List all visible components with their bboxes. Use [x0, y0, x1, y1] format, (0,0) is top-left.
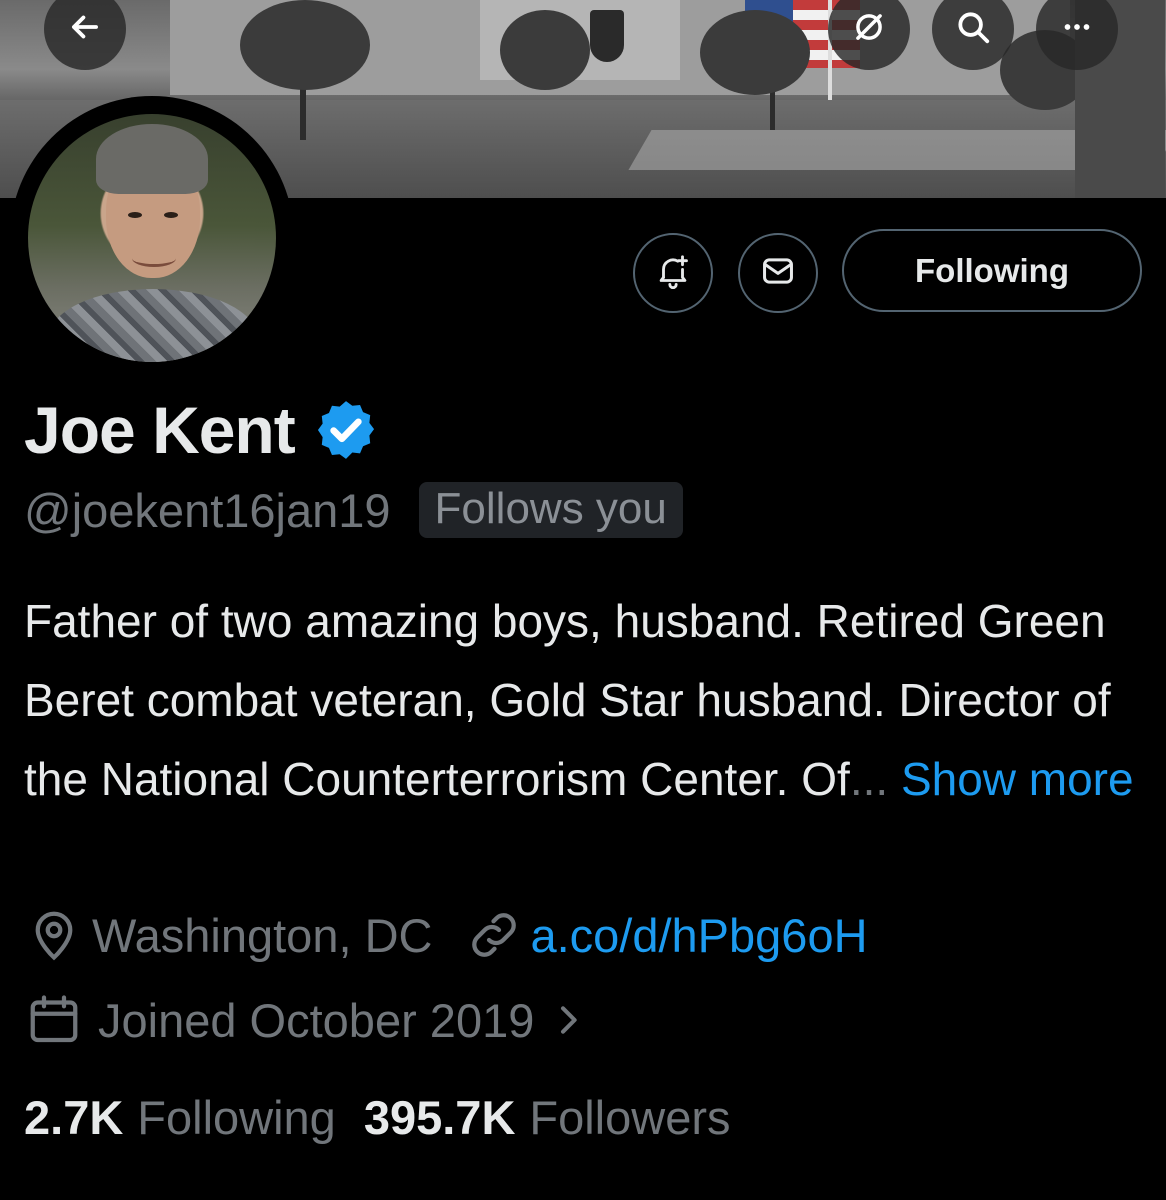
avatar[interactable]	[28, 114, 276, 362]
avatar-smile	[132, 250, 176, 267]
verified-badge-icon[interactable]	[313, 397, 379, 463]
chevron-right-icon	[561, 1006, 578, 1034]
profile-bio: Father of two amazing boys, husband. Ret…	[24, 582, 1144, 819]
followers-count: 395.7K	[363, 1091, 516, 1144]
handle-row: @joekent16jan19 Follows you	[24, 482, 683, 538]
banner-crest	[590, 10, 624, 62]
show-more-link[interactable]: Show more	[901, 753, 1134, 805]
location-text: Washington, DC	[92, 908, 433, 962]
avatar-hair	[96, 124, 208, 194]
following-count: 2.7K	[24, 1091, 124, 1144]
message-button[interactable]	[738, 233, 818, 313]
profile-meta-location: Washington, DC a.co/d/hPbg6oH	[24, 905, 868, 965]
arrow-left-icon	[66, 8, 104, 51]
location-pin-icon	[35, 911, 73, 961]
banner-tree	[240, 0, 370, 90]
following-stat[interactable]: 2.7K Following	[24, 1090, 336, 1145]
profile-meta-joined[interactable]: Joined October 2019	[24, 990, 588, 1050]
more-dots-icon	[1058, 8, 1096, 51]
slash-circle-icon	[850, 8, 888, 51]
user-handle: @joekent16jan19	[24, 483, 391, 537]
bell-plus-icon	[654, 252, 692, 295]
website-link[interactable]: a.co/d/hPbg6oH	[530, 908, 867, 963]
bio-ellipsis: ...	[849, 753, 889, 805]
avatar-ring	[10, 96, 294, 380]
avatar-shirt	[48, 289, 258, 362]
calendar-icon	[30, 995, 78, 1043]
name-row: Joe Kent	[24, 392, 379, 468]
link-icon	[472, 913, 517, 957]
following-label: Following	[137, 1091, 336, 1144]
search-icon	[954, 8, 992, 51]
joined-date: Joined October 2019	[98, 993, 535, 1047]
banner-tree	[700, 10, 810, 95]
display-name: Joe Kent	[24, 393, 296, 467]
notifications-button[interactable]	[633, 233, 713, 313]
profile-stats: 2.7K Following 395.7K Followers	[24, 1090, 731, 1145]
envelope-icon	[759, 252, 797, 295]
followers-label: Followers	[529, 1091, 731, 1144]
follows-you-badge: Follows you	[418, 482, 683, 538]
avatar-eye	[164, 212, 178, 218]
avatar-eye	[128, 212, 142, 218]
following-button[interactable]: Following	[842, 229, 1142, 312]
followers-stat[interactable]: 395.7K Followers	[364, 1090, 731, 1145]
banner-tree	[500, 10, 590, 90]
